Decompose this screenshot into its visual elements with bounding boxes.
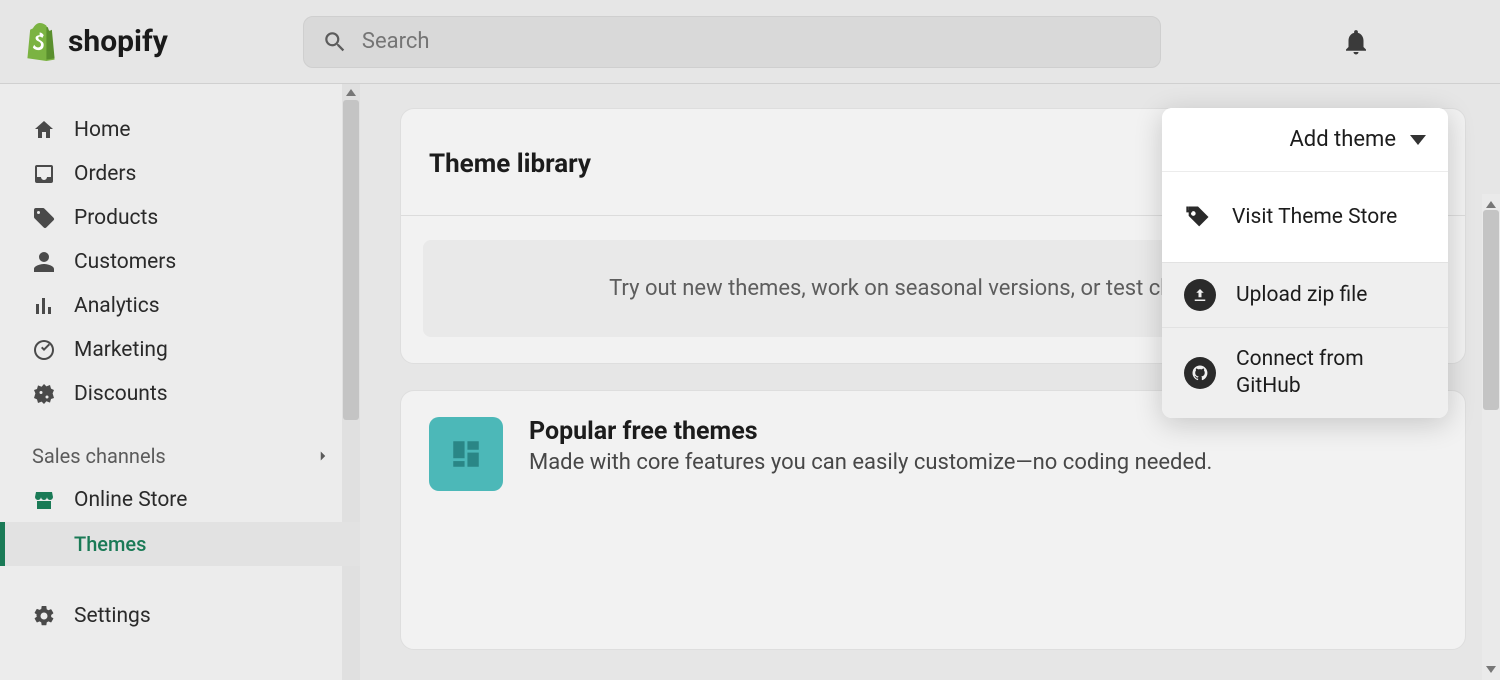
- dropdown-item-label: Connect from GitHub: [1236, 346, 1426, 401]
- main-content: Theme library Add theme Try out new them…: [360, 84, 1500, 680]
- nav-label: Marketing: [74, 338, 168, 362]
- nav-orders[interactable]: Orders: [0, 152, 360, 196]
- notifications-button[interactable]: [1336, 27, 1376, 57]
- nav-label: Orders: [74, 162, 136, 186]
- add-theme-dropdown-header[interactable]: Add theme: [1162, 108, 1448, 172]
- nav-label: Analytics: [74, 294, 160, 318]
- nav-label: Settings: [74, 604, 151, 628]
- nav-settings[interactable]: Settings: [0, 594, 360, 638]
- nav-label: Online Store: [74, 488, 187, 512]
- section-label: Sales channels: [32, 444, 166, 468]
- nav-analytics[interactable]: Analytics: [0, 284, 360, 328]
- main-scrollbar-thumb[interactable]: [1483, 210, 1499, 410]
- sidebar-scrollbar-thumb[interactable]: [343, 100, 359, 420]
- nav-customers[interactable]: Customers: [0, 240, 360, 284]
- nav-section-sales-channels[interactable]: Sales channels: [0, 434, 360, 478]
- dropdown-item-upload-zip[interactable]: Upload zip file: [1162, 263, 1448, 327]
- popular-theme-tile-icon: [429, 417, 503, 491]
- dropdown-item-visit-theme-store[interactable]: Visit Theme Store: [1162, 172, 1448, 262]
- inbox-icon: [32, 162, 56, 186]
- bars-icon: [32, 294, 56, 318]
- shopify-bag-icon: [24, 23, 58, 61]
- dropdown-header-label: Add theme: [1289, 127, 1396, 152]
- nav-sub-label: Themes: [74, 532, 146, 556]
- target-icon: [32, 338, 56, 362]
- store-tag-icon: [1184, 203, 1212, 231]
- popular-themes-card: Popular free themes Made with core featu…: [400, 390, 1466, 650]
- home-icon: [32, 118, 56, 142]
- person-icon: [32, 250, 56, 274]
- nav-discounts[interactable]: Discounts: [0, 372, 360, 416]
- nav-marketing[interactable]: Marketing: [0, 328, 360, 372]
- github-icon: [1184, 357, 1216, 389]
- caret-down-icon: [1410, 135, 1426, 145]
- store-icon: [32, 488, 56, 512]
- nav-products[interactable]: Products: [0, 196, 360, 240]
- sidebar: Home Orders Products Customers Analytics…: [0, 84, 360, 680]
- scroll-up-icon[interactable]: [346, 86, 356, 96]
- dropdown-item-connect-github[interactable]: Connect from GitHub: [1162, 328, 1448, 418]
- chevron-right-icon: [314, 447, 332, 465]
- popular-themes-subtitle: Made with core features you can easily c…: [529, 450, 1212, 475]
- dropdown-item-label: Upload zip file: [1236, 283, 1367, 307]
- gear-icon: [32, 604, 56, 628]
- nav-label: Home: [74, 118, 131, 142]
- nav-sub-themes[interactable]: Themes: [0, 522, 360, 566]
- nav-label: Discounts: [74, 382, 168, 406]
- sidebar-scrollbar[interactable]: [342, 84, 360, 680]
- theme-library-title: Theme library: [429, 149, 591, 179]
- nav-label: Customers: [74, 250, 176, 274]
- discount-icon: [32, 382, 56, 406]
- scroll-up-icon[interactable]: [1486, 198, 1496, 208]
- layout-icon: [449, 437, 483, 471]
- add-theme-dropdown: Add theme Visit Theme Store Upload zip f…: [1162, 108, 1448, 418]
- nav-label: Products: [74, 206, 158, 230]
- nav-home[interactable]: Home: [0, 108, 360, 152]
- upload-icon: [1184, 279, 1216, 311]
- popular-themes-title: Popular free themes: [529, 417, 1212, 446]
- search-icon: [322, 29, 348, 55]
- tag-icon: [32, 206, 56, 230]
- bell-icon: [1341, 27, 1371, 57]
- dropdown-item-label: Visit Theme Store: [1232, 205, 1397, 229]
- global-search[interactable]: [303, 16, 1161, 68]
- brand-logo[interactable]: shopify: [24, 23, 168, 61]
- search-input[interactable]: [362, 29, 1142, 54]
- brand-name: shopify: [68, 24, 168, 59]
- topbar: shopify: [0, 0, 1500, 84]
- nav-online-store[interactable]: Online Store: [0, 478, 360, 522]
- scroll-down-icon[interactable]: [1486, 666, 1496, 676]
